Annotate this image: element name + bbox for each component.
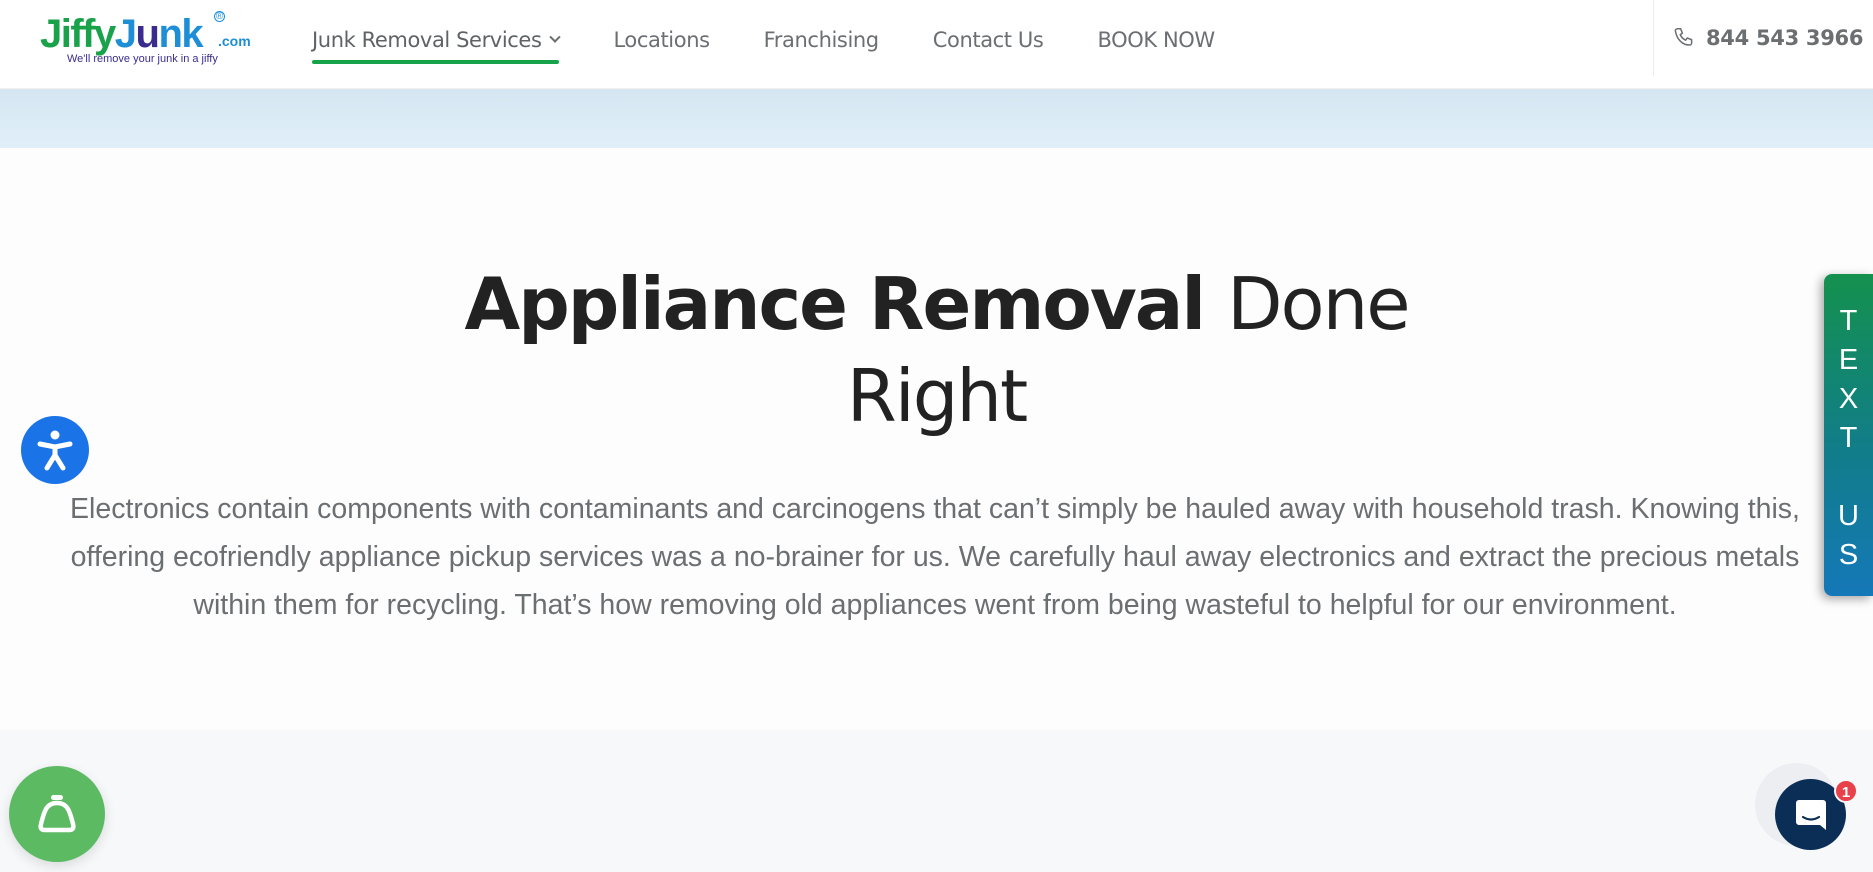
logo-tagline: We'll remove your junk in a jiffy	[67, 53, 218, 65]
phone-link[interactable]: 844 543 3966	[1653, 0, 1873, 76]
text-us-letter: S	[1838, 539, 1859, 571]
nav-contact-us[interactable]: Contact Us	[933, 0, 1044, 80]
nav-locations[interactable]: Locations	[613, 0, 710, 80]
service-bell-icon	[38, 795, 76, 833]
accessibility-icon	[37, 430, 73, 471]
chevron-down-icon	[549, 31, 562, 43]
nav-franchising[interactable]: Franchising	[764, 0, 879, 80]
text-us-letter: T	[1839, 305, 1858, 337]
service-bell-button[interactable]	[9, 766, 105, 862]
text-us-letter: U	[1838, 500, 1859, 532]
appliance-removal-section: Appliance Removal Done Right Electronics…	[0, 148, 1873, 730]
logo-suffix: .com	[218, 33, 251, 49]
nav-junk-removal-services[interactable]: Junk Removal Services	[312, 0, 562, 80]
section-description: Electronics contain components with cont…	[70, 493, 1800, 621]
text-us-tab[interactable]: T E X T U S	[1824, 274, 1873, 596]
accessibility-button[interactable]	[21, 416, 89, 484]
site-header: JiffyJunk ® .com We'll remove your junk …	[0, 0, 1873, 89]
hero-banner-strip	[0, 89, 1873, 148]
logo-wordmark: JiffyJunk	[40, 12, 204, 56]
main-nav: Junk Removal Services Locations Franchis…	[312, 0, 1269, 80]
chat-notification-badge: 1	[1834, 779, 1858, 803]
chat-bubble-icon	[1795, 799, 1826, 830]
jiffy-junk-logo[interactable]: JiffyJunk ® .com We'll remove your junk …	[40, 10, 251, 72]
text-us-letter: X	[1838, 383, 1859, 415]
phone-icon	[1674, 28, 1693, 46]
text-us-letter: E	[1838, 344, 1859, 376]
nav-book-now[interactable]: BOOK NOW	[1097, 0, 1215, 80]
text-us-letter: T	[1839, 422, 1858, 454]
next-section	[0, 730, 1873, 872]
phone-number: 844 543 3966	[1706, 26, 1864, 50]
text-us-letter	[1834, 458, 1864, 497]
page-title: Appliance Removal Done Right	[464, 262, 1410, 438]
registered-mark: ®	[214, 11, 225, 22]
